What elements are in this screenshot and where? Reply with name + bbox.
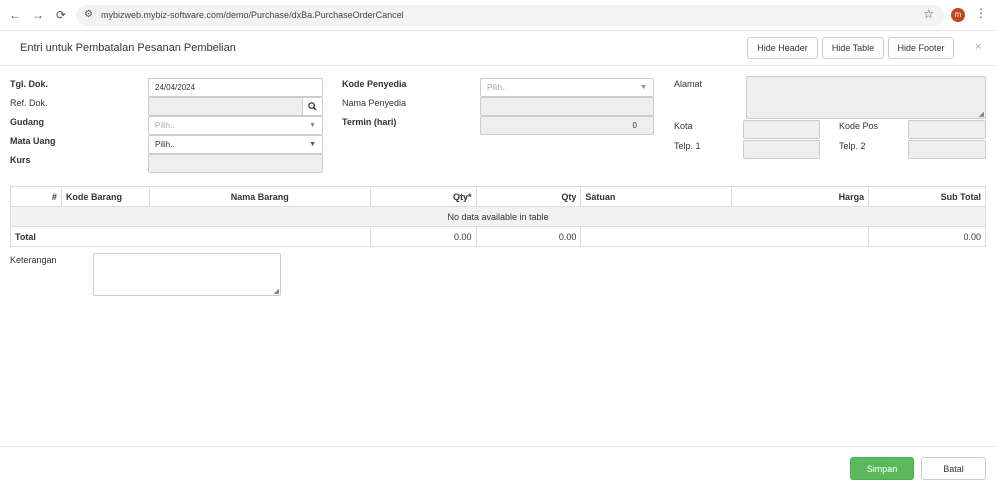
kota-input[interactable] [743, 120, 820, 139]
keterangan-textarea[interactable]: ◢ [93, 253, 281, 296]
site-settings-icon[interactable]: ⚙ [84, 9, 93, 20]
mata-uang-select[interactable]: Pilih.. ▼ [148, 135, 323, 154]
alamat-label: Alamat [674, 79, 703, 89]
empty-row: No data available in table [10, 206, 986, 227]
telp2-input[interactable] [908, 140, 986, 159]
browser-toolbar: ← → ⟳ ⚙ mybizweb.mybiz-software.com/demo… [0, 0, 996, 31]
nama-penyedia-input[interactable] [480, 97, 654, 116]
telp1-input[interactable] [743, 140, 820, 159]
total-qty-star: 0.00 [369, 226, 477, 247]
items-table: # Kode Barang Nama Barang Qty* Qty Satua… [10, 186, 986, 247]
nama-penyedia-label: Nama Penyedia [342, 98, 407, 108]
ref-dok-input[interactable] [148, 97, 303, 116]
keterangan-label: Keterangan [10, 255, 57, 265]
termin-input[interactable]: 0 [480, 116, 654, 135]
telp2-label: Telp. 2 [839, 141, 866, 151]
empty-table-message: No data available in table [10, 206, 986, 227]
col-header-harga[interactable]: Harga [731, 186, 870, 207]
save-button[interactable]: Simpan [850, 457, 914, 480]
resize-grip-icon: ◢ [273, 288, 279, 295]
col-header-qty-star[interactable]: Qty* [369, 186, 477, 207]
modal-footer: Simpan Batal [0, 446, 996, 487]
cancel-button[interactable]: Batal [921, 457, 986, 480]
resize-grip-icon: ◢ [978, 111, 984, 118]
gudang-label: Gudang [10, 117, 44, 127]
browser-menu-icon[interactable]: ⋮ [975, 6, 987, 20]
address-bar[interactable]: ⚙ mybizweb.mybiz-software.com/demo/Purch… [76, 5, 944, 26]
total-sub-total: 0.00 [868, 226, 986, 247]
tgl-dok-input[interactable]: 24/04/2024 [148, 78, 323, 97]
termin-label: Termin (hari) [342, 117, 397, 127]
col-header-nama-barang[interactable]: Nama Barang [148, 186, 371, 207]
col-header-kode-barang[interactable]: Kode Barang [60, 186, 150, 207]
total-spacer [580, 226, 870, 247]
col-header-sub-total[interactable]: Sub Total [868, 186, 986, 207]
gudang-placeholder: Pilih.. [155, 121, 175, 130]
search-button[interactable] [302, 97, 323, 116]
chevron-down-icon: ▼ [309, 122, 316, 129]
modal-header: Entri untuk Pembatalan Pesanan Pembelian… [0, 32, 996, 66]
telp1-label: Telp. 1 [674, 141, 701, 151]
profile-avatar[interactable]: m [951, 8, 965, 22]
kode-pos-label: Kode Pos [839, 121, 879, 131]
ref-dok-label: Ref. Dok. [10, 98, 48, 108]
total-qty: 0.00 [475, 226, 582, 247]
forward-icon[interactable]: → [29, 6, 47, 24]
chevron-down-icon: ▼ [640, 84, 647, 91]
bookmark-star-icon[interactable]: ☆ [923, 7, 934, 21]
hide-footer-button[interactable]: Hide Footer [888, 37, 954, 59]
search-icon [308, 102, 317, 111]
kota-label: Kota [674, 121, 693, 131]
hide-table-button[interactable]: Hide Table [822, 37, 884, 59]
col-header-qty[interactable]: Qty [475, 186, 582, 207]
kode-penyedia-placeholder: Pilih.. [487, 83, 507, 92]
total-row: Total 0.00 0.00 0.00 [10, 226, 986, 247]
col-header-satuan[interactable]: Satuan [580, 186, 733, 207]
hide-header-button[interactable]: Hide Header [747, 37, 818, 59]
kurs-label: Kurs [10, 155, 31, 165]
modal-title: Entri untuk Pembatalan Pesanan Pembelian [20, 42, 236, 54]
alamat-textarea[interactable]: ◢ [746, 76, 986, 119]
url-text[interactable]: mybizweb.mybiz-software.com/demo/Purchas… [101, 10, 404, 20]
col-header-number[interactable]: # [10, 186, 62, 207]
chevron-down-icon: ▼ [309, 141, 316, 148]
tgl-dok-label: Tgl. Dok. [10, 79, 48, 89]
table-header-row: # Kode Barang Nama Barang Qty* Qty Satua… [10, 186, 986, 207]
back-icon[interactable]: ← [6, 6, 24, 24]
kode-penyedia-select[interactable]: Pilih.. ▼ [480, 78, 654, 97]
mata-uang-label: Mata Uang [10, 136, 56, 146]
gudang-select[interactable]: Pilih.. ▼ [148, 116, 323, 135]
kode-penyedia-label: Kode Penyedia [342, 79, 407, 89]
kode-pos-input[interactable] [908, 120, 986, 139]
close-icon[interactable]: × [975, 41, 981, 53]
reload-icon[interactable]: ⟳ [52, 6, 70, 24]
mata-uang-value: Pilih.. [155, 140, 175, 149]
total-label: Total [10, 226, 371, 247]
kurs-input[interactable] [148, 154, 323, 173]
